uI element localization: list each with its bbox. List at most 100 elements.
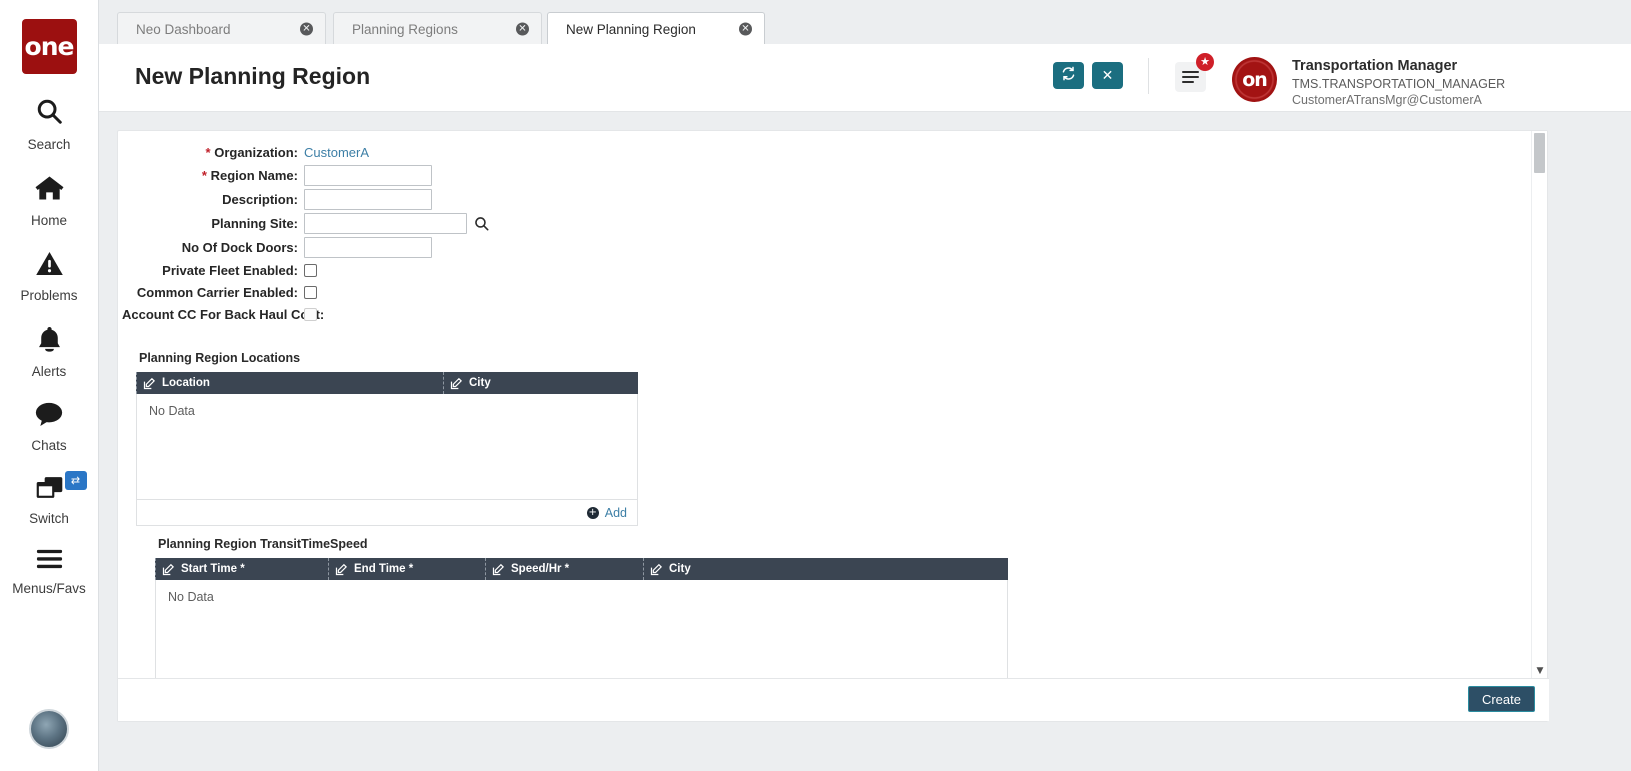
sidebar-item-label: Menus/Favs [12,581,86,596]
tab-new-planning-region[interactable]: New Planning Region ✕ [547,12,765,46]
field-organization: * Organization: CustomerA [122,145,370,160]
label-text: No Of Dock Doors: [181,240,298,255]
field-private-fleet: Private Fleet Enabled: [122,263,317,278]
dock-doors-input[interactable] [304,237,432,258]
sidebar-item-label: Switch [29,511,69,526]
close-circle-icon[interactable]: ✕ [516,22,529,36]
refresh-button[interactable] [1053,62,1084,89]
label-text: Organization: [214,145,298,160]
close-button[interactable]: ✕ [1092,62,1123,89]
content-panel: * Organization: CustomerA * Region Name:… [117,130,1549,722]
user-email: CustomerATransMgr@CustomerA [1292,93,1482,107]
table-body: No Data [136,394,638,500]
column-header-label: City [669,563,691,575]
sidebar-item-chats[interactable]: Chats [0,401,99,453]
required-marker: * [201,168,207,183]
column-header-city[interactable]: City [443,372,638,394]
avatar-text: on [1242,68,1268,91]
sidebar-item-label: Chats [31,438,67,453]
locations-table: Location City No Data + Add [136,372,638,526]
column-header-location[interactable]: Location [136,372,443,394]
close-circle-icon[interactable]: ✕ [739,22,752,36]
edit-pencil-icon [162,563,175,576]
add-label: Add [604,505,627,520]
search-icon[interactable] [474,216,489,231]
locations-table-caption: Planning Region Locations [139,351,301,365]
private-fleet-checkbox[interactable] [304,264,317,277]
panel-footer: Create [118,678,1549,721]
field-label: Private Fleet Enabled: [122,263,304,278]
warning-triangle-icon [35,250,64,281]
field-label: Account CC For Back Haul Cost: [122,307,324,322]
close-circle-icon[interactable]: ✕ [300,22,313,36]
field-planning-site: Planning Site: [122,213,489,234]
tab-bar: Neo Dashboard ✕ Planning Regions ✕ New P… [99,0,1631,46]
close-x-icon: ✕ [1101,67,1114,84]
tab-label: Planning Regions [352,21,458,37]
bell-icon [36,325,63,357]
label-text: Region Name: [210,168,298,183]
sidebar-item-problems[interactable]: Problems [0,250,99,303]
app-logo[interactable]: one [21,19,77,74]
account-cc-backhaul-checkbox [304,308,317,321]
tab-planning-regions[interactable]: Planning Regions ✕ [333,12,542,45]
common-carrier-checkbox[interactable] [304,286,317,299]
user-avatar-bottom[interactable] [29,709,69,749]
field-dock-doors: No Of Dock Doors: [122,237,432,258]
caret-down-icon[interactable]: ▼ [1532,663,1548,679]
label-text: Account CC For Back Haul Cost: [122,307,325,322]
column-header-label: Location [162,377,210,389]
table-header-row: Location City [136,372,638,394]
header-divider [1148,58,1149,94]
add-location-button[interactable]: + Add [586,505,627,520]
description-input[interactable] [304,189,432,210]
sidebar-item-menus-favs[interactable]: Menus/Favs [0,548,99,596]
empty-state-text: No Data [149,404,195,418]
chat-bubble-icon [34,401,64,431]
user-name: Transportation Manager [1292,58,1458,74]
create-button-label: Create [1481,691,1521,707]
switch-arrows-icon[interactable]: ⇄ [64,471,87,490]
form-scroll-area: * Organization: CustomerA * Region Name:… [118,131,1533,679]
column-header-speed-hr[interactable]: Speed/Hr * [485,558,643,580]
sidebar-item-label: Search [27,137,71,152]
column-header-start-time[interactable]: Start Time * [155,558,328,580]
edit-pencil-icon [143,377,156,390]
organization-value-link[interactable]: CustomerA [304,145,369,160]
refresh-icon [1061,66,1076,85]
label-text: Private Fleet Enabled: [162,263,298,278]
field-label: Description: [122,192,304,207]
hamburger-icon [35,548,64,574]
vertical-scrollbar[interactable]: ▲ ▼ [1531,131,1547,679]
app-logo-text: one [24,32,75,61]
tab-label: Neo Dashboard [136,21,231,37]
edit-pencil-icon [492,563,505,576]
column-header-city[interactable]: City [643,558,1008,580]
user-info: Transportation Manager TMS.TRANSPORTATIO… [1292,58,1505,107]
field-label: No Of Dock Doors: [122,240,304,255]
page-header: New Planning Region ✕ ★ on Transportatio… [99,44,1631,112]
tab-neo-dashboard[interactable]: Neo Dashboard ✕ [117,12,326,45]
edit-pencil-icon [450,377,463,390]
table-body: No Data [155,580,1008,679]
tab-label: New Planning Region [566,21,696,37]
column-header-end-time[interactable]: End Time * [328,558,485,580]
region-name-input[interactable] [304,165,432,186]
avatar[interactable]: on [1232,57,1277,102]
field-region-name: * Region Name: [122,165,432,186]
star-icon[interactable]: ★ [1196,53,1214,71]
sidebar-item-home[interactable]: Home [0,174,99,228]
create-button[interactable]: Create [1467,686,1535,712]
sidebar-item-switch[interactable]: ⇄ Switch [0,471,99,526]
scrollbar-thumb[interactable] [1534,133,1545,173]
label-text: Planning Site: [211,216,298,231]
sidebar-item-alerts[interactable]: Alerts [0,325,99,379]
field-label: Common Carrier Enabled: [122,285,304,300]
field-description: Description: [122,189,432,210]
field-common-carrier: Common Carrier Enabled: [122,285,317,300]
edit-pencil-icon [335,563,348,576]
planning-site-input[interactable] [304,213,467,234]
required-marker: * [205,145,211,160]
sidebar-item-label: Alerts [31,364,67,379]
sidebar-item-search[interactable]: Search [0,96,99,152]
